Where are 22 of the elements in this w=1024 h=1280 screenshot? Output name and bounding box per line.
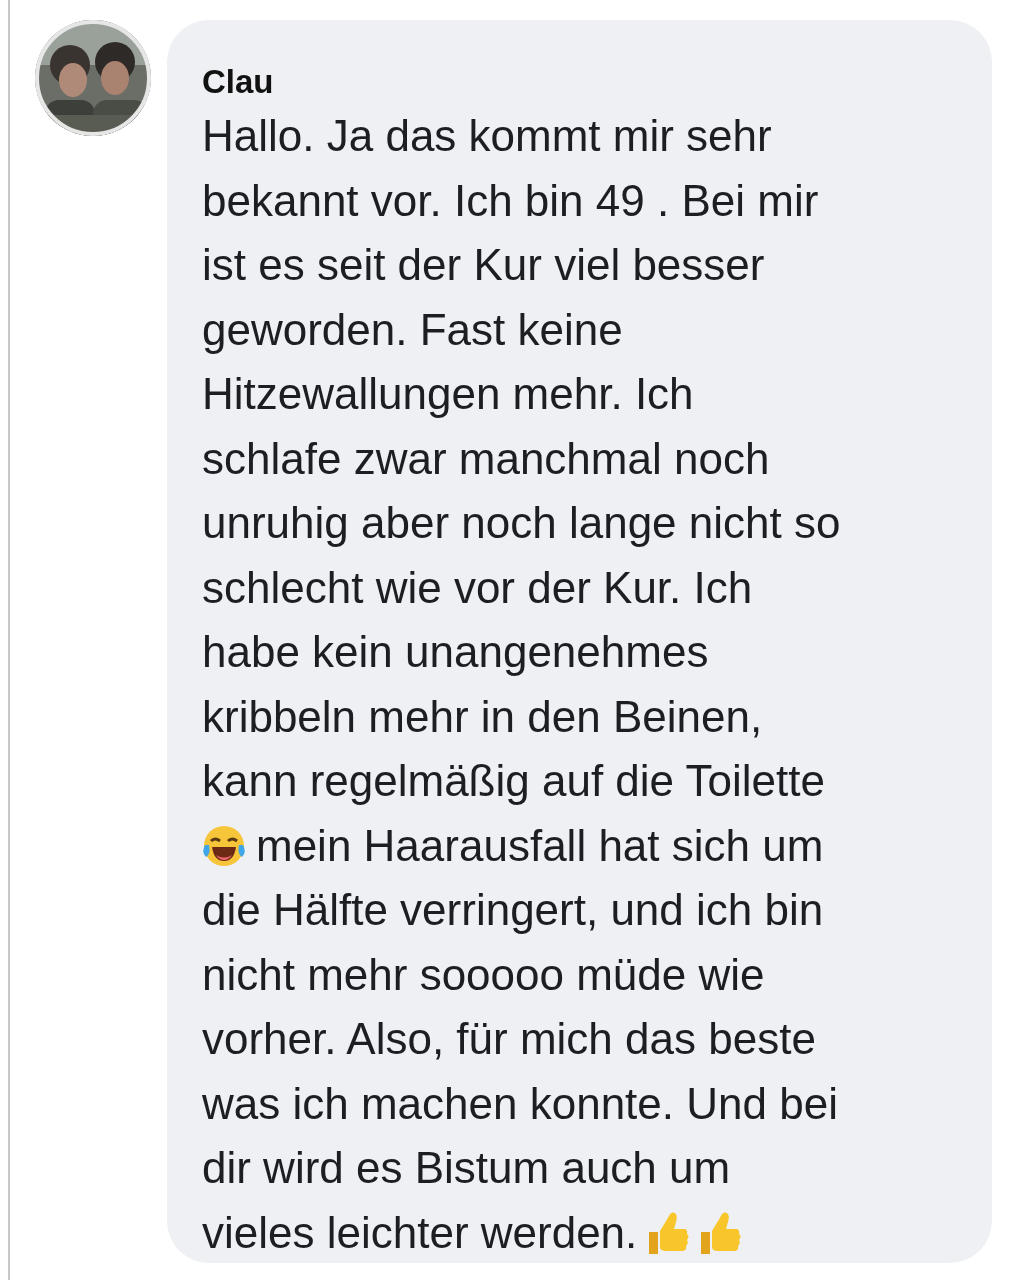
comment-text: die Hälfte verringert, und ich bin <box>202 884 824 937</box>
thumbs-up-icon <box>647 1210 690 1257</box>
comment-text: habe kein unangenehmes <box>202 626 709 679</box>
author-name[interactable]: Clau <box>202 64 274 101</box>
comment-text: Hitzewallungen mehr. Ich <box>202 368 694 421</box>
comment-text: Hallo. Ja das kommt mir sehr <box>202 110 772 163</box>
comment-text: schlafe zwar manchmal noch <box>202 432 770 485</box>
comment-text: ist es seit der Kur viel besser <box>202 239 765 292</box>
comment-text: vorher. Also, für mich das beste <box>202 1013 816 1066</box>
thumbs-up-icon <box>699 1210 742 1257</box>
comment-text: nicht mehr sooooo müde wie <box>202 948 765 1001</box>
comment-text: geworden. Fast keine <box>202 303 623 356</box>
comment-text: kann regelmäßig auf die Toilette <box>202 755 825 808</box>
comment-text: was ich machen konnte. Und bei <box>202 1077 838 1130</box>
comment-text: bekannt vor. Ich bin 49 . Bei mir <box>202 174 819 227</box>
comment-text: schlecht wie vor der Kur. Ich <box>202 561 753 614</box>
comment-text: kribbeln mehr in den Beinen, <box>202 690 763 743</box>
laughing-face-icon <box>202 824 246 869</box>
comment-text: vieles leichter werden. <box>202 1206 638 1259</box>
comment-text: mein Haarausfall hat sich um <box>256 819 824 872</box>
comment-text: unruhig aber noch lange nicht so <box>202 497 841 550</box>
comment-text: dir wird es Bistum auch um <box>202 1142 731 1195</box>
